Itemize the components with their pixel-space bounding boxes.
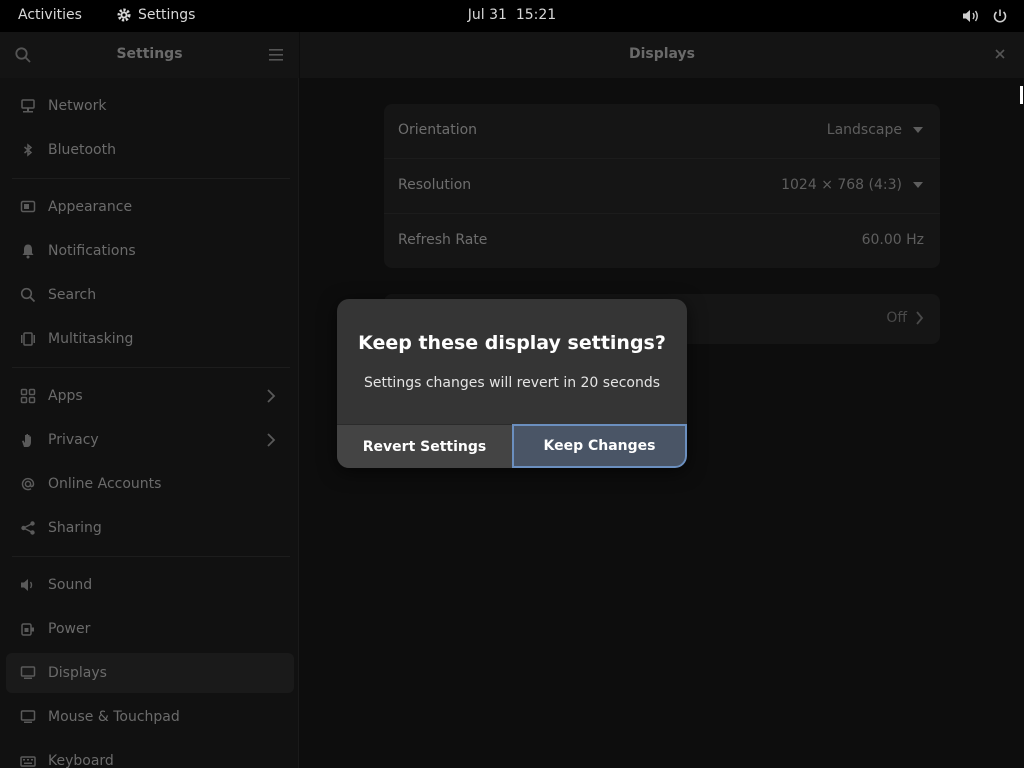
power-plug-icon bbox=[21, 623, 34, 636]
sound-icon bbox=[21, 579, 33, 591]
top-bar: Activities Settings Jul 31 15:21 bbox=[0, 0, 1024, 32]
sidebar-item-notifications[interactable]: Notifications bbox=[6, 231, 294, 271]
resolution-value: 1024 × 768 (4:3) bbox=[781, 177, 902, 193]
sidebar-item-appearance[interactable]: Appearance bbox=[6, 187, 294, 227]
sidebar-item-privacy[interactable]: Privacy bbox=[6, 420, 294, 460]
sidebar-item-label: Search bbox=[48, 287, 97, 303]
dropdown-arrow-icon bbox=[913, 127, 923, 133]
sidebar-item-label: Sharing bbox=[48, 520, 102, 536]
resolution-label: Resolution bbox=[398, 177, 472, 193]
sidebar-item-label: Online Accounts bbox=[48, 476, 162, 492]
hand-icon bbox=[22, 434, 31, 447]
night-light-value: Off bbox=[886, 310, 907, 326]
sidebar-item-multitasking[interactable]: Multitasking bbox=[6, 319, 294, 359]
resolution-row[interactable]: Resolution 1024 × 768 (4:3) bbox=[384, 159, 940, 214]
sidebar-separator bbox=[12, 367, 290, 368]
keyboard-icon bbox=[20, 756, 36, 767]
network-icon bbox=[21, 99, 35, 113]
keep-changes-button[interactable]: Keep Changes bbox=[512, 424, 687, 468]
gear-icon bbox=[117, 8, 131, 22]
refresh-rate-label: Refresh Rate bbox=[398, 232, 488, 248]
revert-settings-button[interactable]: Revert Settings bbox=[337, 424, 512, 468]
sidebar-item-label: Bluetooth bbox=[48, 142, 116, 158]
sidebar-item-label: Keyboard bbox=[48, 753, 114, 768]
bluetooth-icon bbox=[24, 143, 33, 157]
sidebar-item-apps[interactable]: Apps bbox=[6, 376, 294, 416]
refresh-rate-value: 60.00 Hz bbox=[861, 232, 924, 248]
sidebar-item-bluetooth[interactable]: Bluetooth bbox=[6, 130, 294, 170]
volume-icon bbox=[963, 10, 978, 22]
sidebar: Network Bluetooth Appearance Notificatio… bbox=[0, 78, 299, 768]
refresh-rate-row[interactable]: Refresh Rate 60.00 Hz bbox=[384, 214, 940, 269]
sidebar-item-keyboard[interactable]: Keyboard bbox=[6, 741, 294, 768]
app-name: Settings bbox=[138, 7, 196, 23]
system-menu[interactable] bbox=[962, 8, 1008, 24]
search-icon bbox=[20, 287, 36, 303]
display-settings-card: Orientation Landscape Resolution 1024 × … bbox=[384, 104, 940, 268]
clock-button[interactable]: Jul 31 15:21 bbox=[468, 7, 556, 23]
chevron-right-icon bbox=[916, 311, 924, 325]
sidebar-item-online-accounts[interactable]: Online Accounts bbox=[6, 464, 294, 504]
share-icon bbox=[21, 521, 35, 535]
sidebar-item-label: Apps bbox=[48, 388, 83, 404]
sidebar-item-search[interactable]: Search bbox=[6, 275, 294, 315]
chevron-right-icon bbox=[267, 389, 276, 403]
display-icon bbox=[20, 666, 36, 679]
sidebar-item-label: Notifications bbox=[48, 243, 136, 259]
orientation-value: Landscape bbox=[826, 122, 902, 138]
sidebar-item-label: Power bbox=[48, 621, 91, 637]
sidebar-header: Settings bbox=[0, 32, 299, 78]
activities-button[interactable]: Activities bbox=[18, 7, 82, 23]
power-icon bbox=[993, 9, 1007, 23]
bell-icon bbox=[22, 244, 34, 259]
time: 15:21 bbox=[515, 7, 557, 23]
sidebar-separator bbox=[12, 556, 290, 557]
sidebar-item-label: Network bbox=[48, 98, 107, 114]
sidebar-item-displays[interactable]: Displays bbox=[6, 653, 294, 693]
sidebar-item-power[interactable]: Power bbox=[6, 609, 294, 649]
mouse-icon bbox=[20, 710, 36, 723]
page-title: Displays bbox=[628, 46, 696, 62]
sidebar-item-label: Displays bbox=[48, 665, 107, 681]
apps-grid-icon bbox=[20, 388, 36, 404]
at-icon bbox=[21, 477, 35, 491]
sidebar-item-label: Multitasking bbox=[48, 331, 134, 347]
sidebar-item-label: Privacy bbox=[48, 432, 99, 448]
sidebar-item-mouse-touchpad[interactable]: Mouse & Touchpad bbox=[6, 697, 294, 737]
sidebar-item-label: Appearance bbox=[48, 199, 133, 215]
sidebar-title: Settings bbox=[116, 46, 183, 62]
sidebar-item-sharing[interactable]: Sharing bbox=[6, 508, 294, 548]
sidebar-item-label: Mouse & Touchpad bbox=[48, 709, 180, 725]
text-cursor-icon bbox=[1020, 86, 1023, 104]
appearance-icon bbox=[20, 200, 36, 213]
app-menu[interactable]: Settings bbox=[116, 7, 195, 23]
resolution-dropdown[interactable]: 1024 × 768 (4:3) bbox=[781, 177, 924, 193]
orientation-label: Orientation bbox=[398, 122, 478, 138]
multitasking-icon bbox=[21, 332, 35, 346]
close-icon[interactable] bbox=[994, 48, 1006, 60]
dropdown-arrow-icon bbox=[913, 182, 923, 188]
sidebar-item-sound[interactable]: Sound bbox=[6, 565, 294, 605]
sidebar-item-network[interactable]: Network bbox=[6, 86, 294, 126]
dialog-message: Settings changes will revert in 20 secon… bbox=[363, 375, 661, 391]
sidebar-item-label: Sound bbox=[48, 577, 93, 593]
keep-display-settings-dialog: Keep these display settings? Settings ch… bbox=[337, 299, 687, 468]
chevron-right-icon bbox=[267, 433, 276, 447]
sidebar-separator bbox=[12, 178, 290, 179]
orientation-row[interactable]: Orientation Landscape bbox=[384, 104, 940, 159]
orientation-dropdown[interactable]: Landscape bbox=[827, 122, 924, 138]
date: Jul 31 bbox=[467, 7, 507, 23]
hamburger-menu-icon[interactable] bbox=[268, 48, 284, 62]
night-light-status: Off bbox=[886, 310, 924, 326]
main-header: Displays bbox=[300, 32, 1024, 78]
dialog-title: Keep these display settings? bbox=[358, 332, 666, 354]
